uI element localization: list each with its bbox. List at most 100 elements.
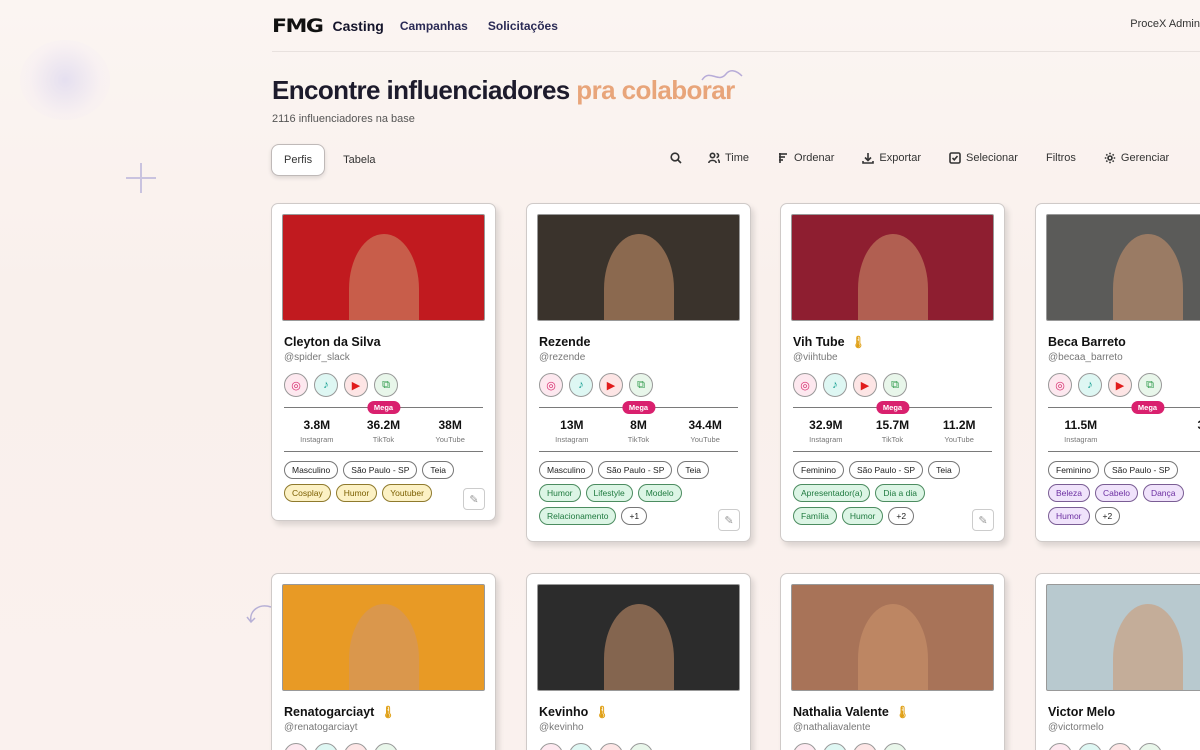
edit-icon[interactable]: ✎ xyxy=(463,488,485,510)
filters-button[interactable]: Filtros xyxy=(1046,152,1076,164)
youtube-icon[interactable]: ▶ xyxy=(1108,743,1132,750)
instagram-icon[interactable]: ◎ xyxy=(284,743,308,750)
tag[interactable]: Masculino xyxy=(284,461,339,479)
youtube-icon[interactable]: ▶ xyxy=(1108,373,1132,397)
tiktok-icon[interactable]: ♪ xyxy=(823,373,847,397)
category-tag[interactable]: Dia a dia xyxy=(875,484,925,502)
instagram-icon[interactable]: ◎ xyxy=(1048,373,1072,397)
influencer-card[interactable]: Vih Tube 🌡 @viihtube ◎ ♪ ▶ ⧉ Mega 32.9M Instagram… xyxy=(780,203,1005,542)
instagram-icon[interactable]: ◎ xyxy=(539,743,563,750)
sort-button[interactable]: Ordenar xyxy=(777,152,834,164)
category-tag[interactable]: Humor xyxy=(841,507,884,525)
edit-icon[interactable]: ✎ xyxy=(718,509,740,531)
tiktok-icon[interactable]: ♪ xyxy=(1078,373,1102,397)
category-tag[interactable]: Relacionamento xyxy=(539,507,617,525)
copy-icon[interactable]: ⧉ xyxy=(374,743,398,750)
category-tag[interactable]: Lifestyle xyxy=(585,484,633,502)
tiktok-icon[interactable]: ♪ xyxy=(314,373,338,397)
time-button[interactable]: Time xyxy=(708,152,749,164)
influencer-name[interactable]: Nathalia Valente 🌡 xyxy=(793,705,1004,719)
category-tag[interactable]: Humor xyxy=(335,484,378,502)
profile-photo[interactable] xyxy=(1046,584,1200,691)
copy-icon[interactable]: ⧉ xyxy=(1138,743,1162,750)
copy-icon[interactable]: ⧉ xyxy=(1138,373,1162,397)
more-tags-badge[interactable]: +2 xyxy=(1094,507,1121,525)
youtube-icon[interactable]: ▶ xyxy=(344,743,368,750)
influencer-card[interactable]: Kevinho 🌡 @kevinho ◎ ♪ ▶ ⧉ xyxy=(526,573,751,750)
category-tag[interactable]: Humor xyxy=(1048,507,1090,525)
youtube-icon[interactable]: ▶ xyxy=(853,373,877,397)
manage-button[interactable]: Gerenciar xyxy=(1104,152,1169,164)
select-button[interactable]: Selecionar xyxy=(949,152,1018,164)
nav-casting[interactable]: Casting xyxy=(332,18,383,34)
tag[interactable]: Masculino xyxy=(539,461,594,479)
user-menu[interactable]: ProceX Admin xyxy=(1130,18,1200,30)
instagram-icon[interactable]: ◎ xyxy=(284,373,308,397)
influencer-card[interactable]: Beca Barreto @becaa_barreto ◎ ♪ ▶ ⧉ Mega 11.5M I… xyxy=(1035,203,1200,542)
tag[interactable]: São Paulo - SP xyxy=(1103,461,1179,479)
tab-tabela[interactable]: Tabela xyxy=(331,145,387,175)
tag[interactable]: São Paulo - SP xyxy=(848,461,924,479)
instagram-icon[interactable]: ◎ xyxy=(793,743,817,750)
category-tag[interactable]: Cabelo xyxy=(1095,484,1138,502)
category-tag[interactable]: Youtuber xyxy=(382,484,432,502)
youtube-icon[interactable]: ▶ xyxy=(599,373,623,397)
tag[interactable]: São Paulo - SP xyxy=(343,461,418,479)
category-tag[interactable]: Beleza xyxy=(1048,484,1090,502)
copy-icon[interactable]: ⧉ xyxy=(374,373,398,397)
influencer-card[interactable]: Renatogarciayt 🌡 @renatogarciayt ◎ ♪ ▶ ⧉ xyxy=(271,573,496,750)
fmg-logo[interactable]: FMG xyxy=(272,14,324,38)
tiktok-icon[interactable]: ♪ xyxy=(569,373,593,397)
export-button[interactable]: Exportar xyxy=(862,152,921,164)
influencer-name[interactable]: Vih Tube 🌡 xyxy=(793,335,1004,349)
instagram-icon[interactable]: ◎ xyxy=(793,373,817,397)
search-button[interactable] xyxy=(670,152,682,164)
copy-icon[interactable]: ⧉ xyxy=(883,743,907,750)
influencer-card[interactable]: Rezende @rezende ◎ ♪ ▶ ⧉ Mega 13M Instagram 8M Tik… xyxy=(526,203,751,542)
tag[interactable]: Feminino xyxy=(1048,461,1099,479)
influencer-card[interactable]: Nathalia Valente 🌡 @nathaliavalente ◎ ♪ ▶ ⧉ xyxy=(780,573,1005,750)
instagram-icon[interactable]: ◎ xyxy=(539,373,563,397)
influencer-card[interactable]: Cleyton da Silva @spider_slack ◎ ♪ ▶ ⧉ Mega 3.8… xyxy=(271,203,496,521)
youtube-icon[interactable]: ▶ xyxy=(853,743,877,750)
tag[interactable]: São Paulo - SP xyxy=(598,461,673,479)
tab-perfis[interactable]: Perfis xyxy=(271,144,326,176)
more-tags-badge[interactable]: +2 xyxy=(888,507,915,525)
tiktok-icon[interactable]: ♪ xyxy=(569,743,593,750)
influencer-name[interactable]: Renatogarciayt 🌡 xyxy=(284,705,495,719)
tiktok-icon[interactable]: ♪ xyxy=(314,743,338,750)
influencer-name[interactable]: Kevinho 🌡 xyxy=(539,705,750,719)
profile-photo[interactable] xyxy=(791,584,994,691)
influencer-name[interactable]: Cleyton da Silva xyxy=(284,335,495,349)
copy-icon[interactable]: ⧉ xyxy=(883,373,907,397)
profile-photo[interactable] xyxy=(537,584,740,691)
tag[interactable]: Teia xyxy=(422,461,454,479)
influencer-name[interactable]: Victor Melo xyxy=(1048,705,1200,719)
tiktok-icon[interactable]: ♪ xyxy=(1078,743,1102,750)
profile-photo[interactable] xyxy=(282,214,485,321)
youtube-icon[interactable]: ▶ xyxy=(599,743,623,750)
tiktok-icon[interactable]: ♪ xyxy=(823,743,847,750)
influencer-name[interactable]: Rezende xyxy=(539,335,750,349)
category-tag[interactable]: Dança xyxy=(1142,484,1184,502)
tag[interactable]: Feminino xyxy=(793,461,844,479)
category-tag[interactable]: Família xyxy=(793,507,837,525)
influencer-name[interactable]: Beca Barreto xyxy=(1048,335,1200,349)
profile-photo[interactable] xyxy=(1046,214,1200,321)
nav-solicitacoes[interactable]: Solicitações xyxy=(488,19,558,33)
influencer-card[interactable]: Victor Melo @victormelo ◎ ♪ ▶ ⧉ xyxy=(1035,573,1200,750)
category-tag[interactable]: Cosplay xyxy=(284,484,331,502)
copy-icon[interactable]: ⧉ xyxy=(629,373,653,397)
profile-photo[interactable] xyxy=(791,214,994,321)
nav-campanhas[interactable]: Campanhas xyxy=(400,19,468,33)
instagram-icon[interactable]: ◎ xyxy=(1048,743,1072,750)
tag[interactable]: Teia xyxy=(928,461,960,479)
category-tag[interactable]: Humor xyxy=(539,484,581,502)
edit-icon[interactable]: ✎ xyxy=(972,509,994,531)
profile-photo[interactable] xyxy=(282,584,485,691)
more-tags-badge[interactable]: +1 xyxy=(621,507,648,525)
youtube-icon[interactable]: ▶ xyxy=(344,373,368,397)
copy-icon[interactable]: ⧉ xyxy=(629,743,653,750)
profile-photo[interactable] xyxy=(537,214,740,321)
category-tag[interactable]: Apresentador(a) xyxy=(793,484,871,502)
